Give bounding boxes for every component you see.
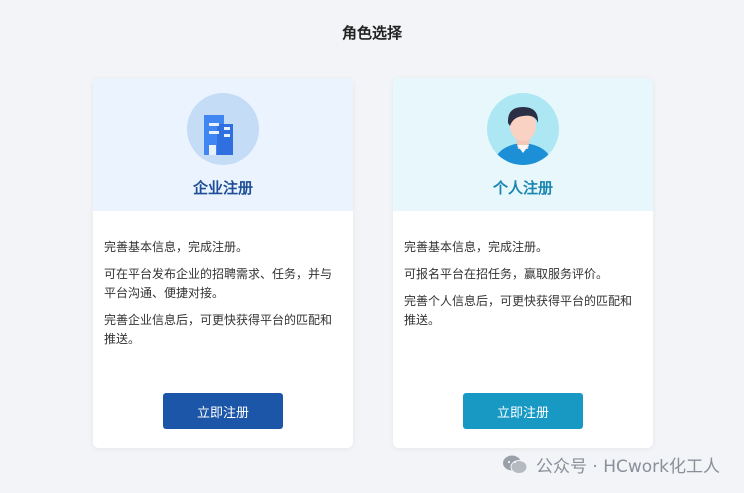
- description-line: 可报名平台在招任务，赢取服务评价。: [404, 267, 609, 281]
- page-title: 角色选择: [341, 24, 402, 42]
- card-header: 企业注册: [93, 78, 353, 211]
- enterprise-register-button[interactable]: 立即注册: [163, 393, 283, 429]
- card-description: 完善基本信息，完成注册。 可在平台发布企业的招聘需求、任务，并与平台沟通、便捷对…: [93, 211, 353, 349]
- card-title: 个人注册: [492, 179, 553, 197]
- watermark: 公众号 · HCwork化工人: [502, 452, 720, 477]
- card-title: 企业注册: [192, 179, 253, 197]
- personal-register-card: 个人注册 完善基本信息，完成注册。 可报名平台在招任务，赢取服务评价。 完善个人…: [393, 78, 653, 448]
- description-line: 可在平台发布企业的招聘需求、任务，并与平台沟通、便捷对接。: [104, 267, 333, 300]
- watermark-text: 公众号 · HCwork化工人: [535, 457, 720, 477]
- card-description: 完善基本信息，完成注册。 可报名平台在招任务，赢取服务评价。 完善个人信息后，可…: [393, 211, 653, 330]
- description-line: 完善个人信息后，可更快获得平台的匹配和推送。: [404, 294, 633, 327]
- wechat-icon: [502, 454, 528, 476]
- description-line: 完善企业信息后，可更快获得平台的匹配和推送。: [104, 313, 333, 346]
- description-line: 完善基本信息，完成注册。: [404, 240, 549, 254]
- personal-register-button[interactable]: 立即注册: [463, 393, 583, 429]
- enterprise-register-card: 企业注册 完善基本信息，完成注册。 可在平台发布企业的招聘需求、任务，并与平台沟…: [93, 78, 353, 448]
- building-icon: [187, 93, 259, 165]
- person-icon: [487, 93, 559, 165]
- description-line: 完善基本信息，完成注册。: [104, 240, 249, 254]
- card-header: 个人注册: [393, 78, 653, 211]
